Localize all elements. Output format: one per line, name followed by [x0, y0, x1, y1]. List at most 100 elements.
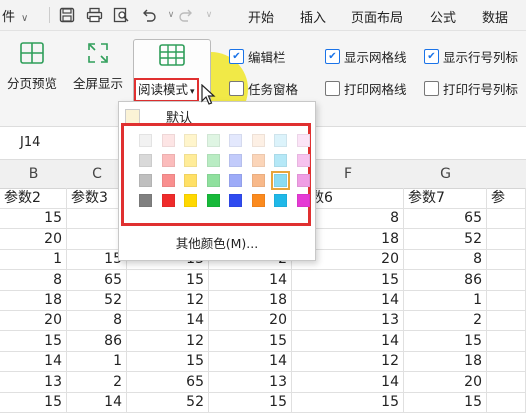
- table-cell[interactable]: 15: [0, 392, 67, 413]
- column-header[interactable]: [487, 160, 526, 189]
- color-swatch[interactable]: [139, 134, 152, 147]
- table-cell[interactable]: [487, 269, 526, 291]
- color-swatch[interactable]: [229, 174, 242, 187]
- table-cell[interactable]: [487, 351, 526, 373]
- color-swatch[interactable]: [206, 174, 220, 187]
- table-cell[interactable]: 18: [0, 290, 67, 311]
- tab-home[interactable]: 开始: [248, 7, 274, 26]
- table-cell[interactable]: 8: [67, 310, 127, 332]
- table-cell[interactable]: 14: [209, 351, 292, 373]
- table-cell[interactable]: 14: [127, 310, 209, 332]
- table-cell[interactable]: 15: [292, 392, 404, 413]
- table-cell[interactable]: 18: [209, 290, 292, 311]
- header-cell[interactable]: 参数7: [404, 188, 487, 209]
- color-swatch[interactable]: [251, 174, 265, 187]
- table-cell[interactable]: 8: [0, 269, 67, 291]
- show-rowcol-headers-checkbox[interactable]: ✔ 显示行号列标: [424, 47, 518, 66]
- table-cell[interactable]: 15: [127, 351, 209, 373]
- column-header[interactable]: B: [0, 160, 68, 189]
- color-swatch[interactable]: [184, 154, 197, 167]
- table-cell[interactable]: 12: [127, 330, 209, 352]
- color-swatch[interactable]: [161, 134, 175, 147]
- table-cell[interactable]: 15: [404, 392, 487, 413]
- color-swatch[interactable]: [229, 154, 242, 167]
- edit-bar-checkbox[interactable]: ✔ 编辑栏: [229, 47, 286, 66]
- table-cell[interactable]: [487, 228, 526, 250]
- table-cell[interactable]: 13: [209, 371, 292, 393]
- tab-page-layout[interactable]: 页面布局: [351, 7, 403, 26]
- table-cell[interactable]: 14: [67, 392, 127, 413]
- table-cell[interactable]: 15: [209, 392, 292, 413]
- table-cell[interactable]: [487, 330, 526, 352]
- header-cell[interactable]: 参: [487, 188, 526, 209]
- table-cell[interactable]: 15: [127, 269, 209, 291]
- table-cell[interactable]: 1: [404, 290, 487, 311]
- table-cell[interactable]: 20: [404, 371, 487, 393]
- print-gridlines-checkbox[interactable]: 打印网格线: [325, 79, 407, 98]
- table-cell[interactable]: 15: [0, 208, 67, 230]
- color-swatch[interactable]: [184, 174, 197, 187]
- header-cell[interactable]: 参数2: [0, 188, 67, 209]
- table-cell[interactable]: 2: [404, 310, 487, 332]
- table-cell[interactable]: 52: [67, 290, 127, 311]
- tab-data[interactable]: 数据: [482, 7, 508, 26]
- color-swatch[interactable]: [184, 134, 197, 147]
- color-swatch[interactable]: [161, 154, 175, 167]
- table-cell[interactable]: 14: [0, 351, 67, 373]
- color-swatch[interactable]: [296, 134, 310, 147]
- table-cell[interactable]: 52: [404, 228, 487, 250]
- file-menu[interactable]: 件 ∨: [2, 6, 28, 25]
- tab-insert[interactable]: 插入: [300, 7, 326, 26]
- fullscreen-button[interactable]: 全屏显示: [68, 41, 128, 92]
- table-cell[interactable]: [487, 310, 526, 332]
- table-cell[interactable]: 13: [0, 371, 67, 393]
- table-cell[interactable]: [487, 290, 526, 311]
- table-cell[interactable]: 1: [67, 351, 127, 373]
- color-swatch[interactable]: [161, 174, 175, 187]
- color-swatch[interactable]: [139, 194, 152, 207]
- table-cell[interactable]: 15: [0, 330, 67, 352]
- save-icon[interactable]: [56, 4, 78, 26]
- table-cell[interactable]: 12: [127, 290, 209, 311]
- name-box[interactable]: J14: [20, 135, 40, 150]
- color-swatch[interactable]: [229, 194, 242, 207]
- page-break-preview-button[interactable]: 分页预览: [0, 41, 64, 92]
- color-swatch[interactable]: [274, 154, 287, 167]
- table-cell[interactable]: [487, 371, 526, 393]
- table-cell[interactable]: 14: [292, 290, 404, 311]
- redo-icon[interactable]: [175, 4, 197, 26]
- table-cell[interactable]: 14: [292, 330, 404, 352]
- table-cell[interactable]: 14: [292, 371, 404, 393]
- table-cell[interactable]: 15: [209, 330, 292, 352]
- show-gridlines-checkbox[interactable]: ✔ 显示网格线: [325, 47, 407, 66]
- task-pane-checkbox[interactable]: 任务窗格: [229, 79, 298, 98]
- table-cell[interactable]: [487, 392, 526, 413]
- color-swatch[interactable]: [271, 171, 290, 190]
- table-cell[interactable]: 20: [0, 228, 67, 250]
- column-header[interactable]: G: [404, 160, 488, 189]
- color-swatch[interactable]: [184, 194, 197, 207]
- table-cell[interactable]: 15: [404, 330, 487, 352]
- color-swatch[interactable]: [139, 154, 152, 167]
- table-cell[interactable]: 15: [292, 269, 404, 291]
- table-cell[interactable]: 13: [292, 310, 404, 332]
- table-cell[interactable]: 65: [404, 208, 487, 230]
- table-cell[interactable]: 20: [0, 310, 67, 332]
- tab-formulas[interactable]: 公式: [430, 7, 456, 26]
- color-swatch[interactable]: [206, 134, 220, 147]
- print-icon[interactable]: [83, 4, 105, 26]
- more-colors-option[interactable]: 其他颜色(M)...: [119, 233, 315, 252]
- table-cell[interactable]: 2: [67, 371, 127, 393]
- print-preview-icon[interactable]: [110, 4, 132, 26]
- color-swatch[interactable]: [251, 194, 265, 207]
- color-swatch[interactable]: [229, 134, 242, 147]
- print-rowcol-headers-checkbox[interactable]: 打印行号列标: [424, 79, 518, 98]
- color-swatch[interactable]: [274, 194, 287, 207]
- color-swatch[interactable]: [296, 174, 310, 187]
- table-cell[interactable]: 20: [209, 310, 292, 332]
- table-cell[interactable]: [487, 208, 526, 230]
- table-cell[interactable]: 86: [67, 330, 127, 352]
- table-cell[interactable]: 65: [67, 269, 127, 291]
- table-cell[interactable]: 1: [0, 249, 67, 271]
- table-cell[interactable]: 52: [127, 392, 209, 413]
